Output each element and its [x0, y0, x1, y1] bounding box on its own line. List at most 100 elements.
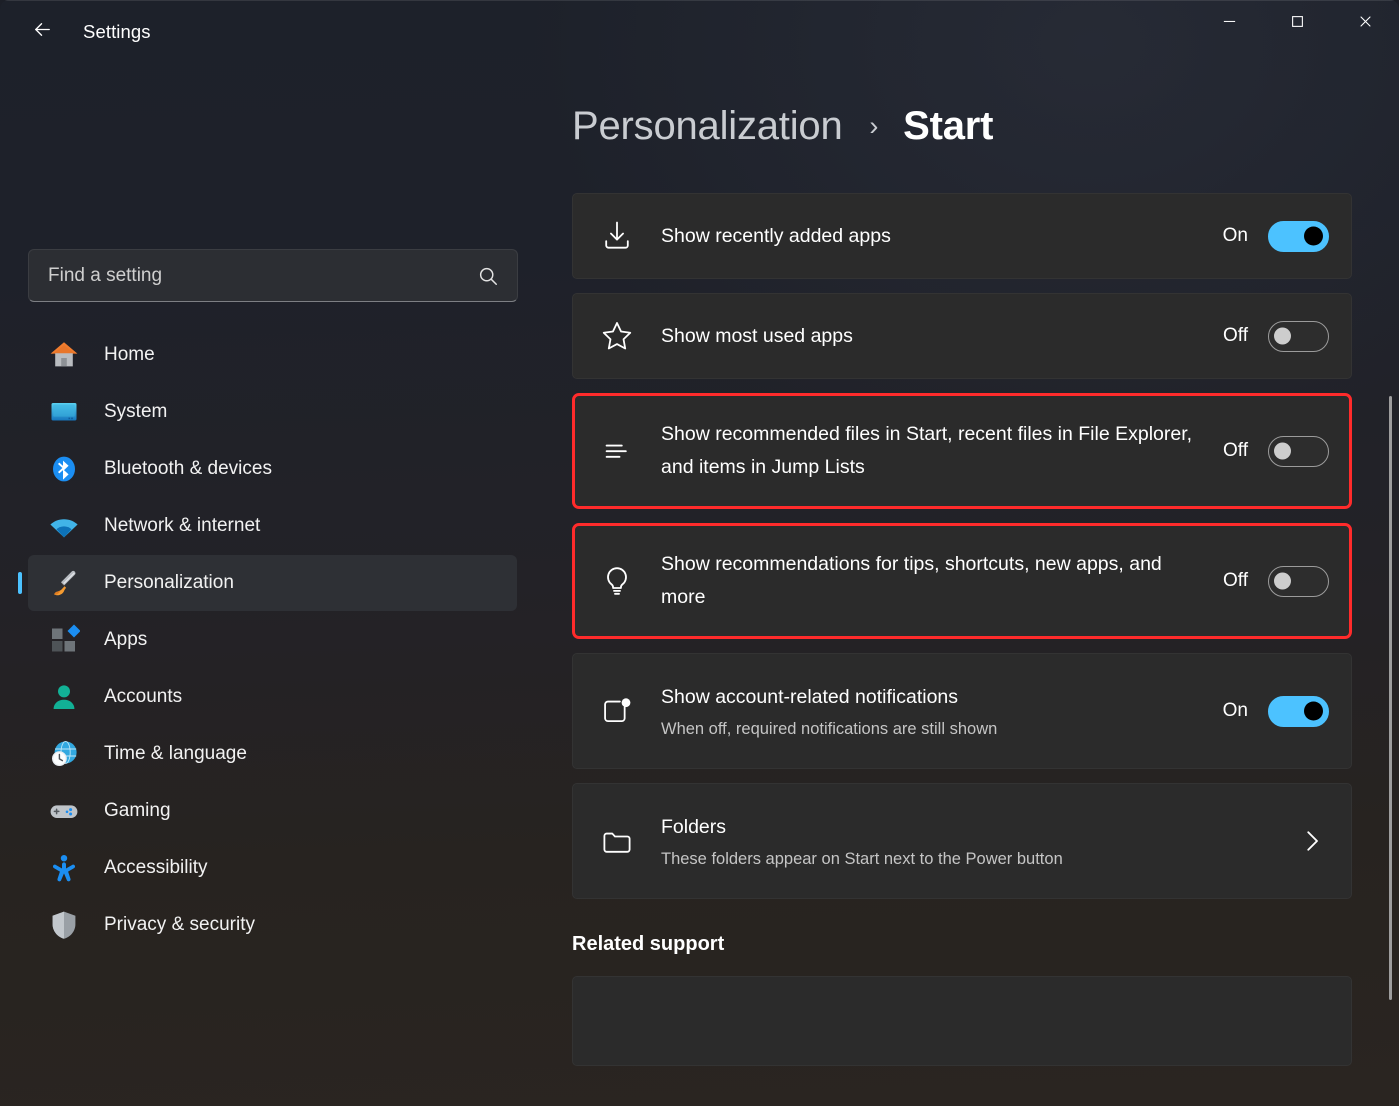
list-lines-icon	[599, 433, 635, 469]
sidebar-nav-list: Home System Bluetooth & devices Network …	[0, 327, 552, 953]
setting-row-folders[interactable]: Folders These folders appear on Start ne…	[572, 783, 1352, 899]
sidebar-item-gaming[interactable]: Gaming	[28, 783, 517, 839]
sidebar-item-label: Accessibility	[104, 857, 208, 878]
accessibility-person-icon	[48, 852, 80, 884]
chevron-right-icon: ›	[869, 111, 879, 141]
sidebar-item-system[interactable]: System	[28, 384, 517, 440]
clock-globe-icon	[48, 738, 80, 770]
toggle-switch[interactable]	[1268, 220, 1329, 252]
search-icon[interactable]	[477, 265, 499, 287]
breadcrumb: Personalization › Start	[572, 104, 1399, 149]
sidebar-item-home[interactable]: Home	[28, 327, 517, 383]
sidebar-item-label: Home	[104, 344, 155, 365]
toggle-state-label: On	[1222, 225, 1248, 246]
toggle-switch[interactable]	[1268, 565, 1329, 597]
maximize-icon	[1290, 14, 1305, 34]
setting-title: Folders	[661, 815, 727, 838]
search-box[interactable]	[28, 249, 518, 302]
search-input[interactable]	[29, 264, 517, 287]
bluetooth-icon	[48, 453, 80, 485]
minimize-icon	[1222, 14, 1237, 34]
toggle-switch[interactable]	[1268, 435, 1329, 467]
setting-title: Show most used apps	[661, 324, 853, 347]
setting-control: Off	[1223, 435, 1329, 467]
download-icon	[599, 218, 635, 254]
window-controls	[1195, 0, 1399, 48]
setting-title: Show recently added apps	[661, 224, 891, 247]
toggle-state-label: Off	[1223, 570, 1248, 591]
sidebar-item-time-language[interactable]: Time & language	[28, 726, 517, 782]
setting-row-show-recommended-files[interactable]: Show recommended files in Start, recent …	[572, 393, 1352, 509]
toggle-knob	[1274, 442, 1291, 460]
sidebar-item-label: System	[104, 401, 168, 422]
setting-text: Show most used apps	[661, 320, 1207, 353]
setting-row-show-most-used-apps[interactable]: Show most used apps Off	[572, 293, 1352, 379]
related-support-heading: Related support	[572, 933, 725, 955]
sidebar-item-bluetooth-devices[interactable]: Bluetooth & devices	[28, 441, 517, 497]
app-title: Settings	[83, 21, 151, 42]
sidebar-item-accessibility[interactable]: Accessibility	[28, 840, 517, 896]
star-icon	[599, 318, 635, 354]
wifi-icon	[48, 510, 80, 542]
toggle-knob	[1304, 226, 1323, 246]
setting-control: On	[1222, 695, 1329, 727]
sidebar-item-label: Gaming	[104, 800, 171, 821]
sidebar-item-label: Time & language	[104, 743, 247, 764]
setting-title: Show account-related notifications	[661, 685, 959, 708]
setting-text: Show recently added apps	[661, 220, 1207, 253]
setting-text: Show account-related notifications When …	[661, 681, 1207, 742]
sidebar-item-label: Network & internet	[104, 515, 261, 536]
settings-window: Settings Find a setting Home System Blue…	[0, 0, 1399, 1106]
toggle-knob	[1304, 701, 1323, 721]
paintbrush-icon	[48, 567, 80, 599]
setting-text: Show recommended files in Start, recent …	[661, 418, 1207, 484]
setting-text: Folders These folders appear on Start ne…	[661, 811, 1281, 872]
setting-subtitle: These folders appear on Start next to th…	[661, 849, 1063, 868]
system-monitor-icon	[48, 396, 80, 428]
main-content: Personalization › Start Show recently ad…	[552, 64, 1399, 1106]
sidebar: Home System	[0, 64, 552, 1106]
sidebar-item-label: Privacy & security	[104, 914, 255, 935]
back-arrow-icon	[31, 18, 54, 46]
gamepad-icon	[48, 795, 80, 827]
settings-card-list: Show recently added apps On Show most us…	[572, 193, 1352, 899]
sidebar-item-label: Apps	[104, 629, 148, 650]
sidebar-item-personalization[interactable]: Personalization	[28, 555, 517, 611]
toggle-switch[interactable]	[1268, 320, 1329, 352]
sidebar-item-privacy-security[interactable]: Privacy & security	[28, 897, 517, 953]
setting-text: Show recommendations for tips, shortcuts…	[661, 548, 1207, 614]
close-button[interactable]	[1331, 0, 1399, 48]
sidebar-item-apps[interactable]: Apps	[28, 612, 517, 668]
maximize-button[interactable]	[1263, 0, 1331, 48]
setting-title: Show recommendations for tips, shortcuts…	[661, 553, 1162, 608]
toggle-state-label: Off	[1223, 325, 1248, 346]
related-support-card[interactable]	[572, 976, 1352, 1066]
sidebar-item-label: Personalization	[104, 572, 234, 593]
sidebar-item-network-internet[interactable]: Network & internet	[28, 498, 517, 554]
apps-icon	[48, 624, 80, 656]
breadcrumb-parent-link[interactable]: Personalization	[572, 104, 843, 148]
shield-icon	[48, 909, 80, 941]
toggle-knob	[1274, 572, 1291, 590]
vertical-scrollbar[interactable]	[1389, 396, 1392, 1000]
setting-control: On	[1222, 220, 1329, 252]
title-bar: Settings	[0, 0, 1399, 64]
setting-row-show-recommendations-tips[interactable]: Show recommendations for tips, shortcuts…	[572, 523, 1352, 639]
minimize-button[interactable]	[1195, 0, 1263, 48]
setting-control: Off	[1223, 320, 1329, 352]
toggle-knob	[1274, 327, 1291, 345]
sidebar-item-label: Accounts	[104, 686, 183, 707]
notification-badge-icon	[599, 693, 635, 729]
close-icon	[1358, 14, 1373, 34]
back-button[interactable]	[20, 13, 64, 51]
folder-icon	[599, 823, 635, 859]
setting-row-show-account-notifications[interactable]: Show account-related notifications When …	[572, 653, 1352, 769]
toggle-switch[interactable]	[1268, 695, 1329, 727]
chevron-right-icon[interactable]	[1297, 826, 1327, 856]
setting-title: Show recommended files in Start, recent …	[661, 423, 1193, 478]
toggle-state-label: On	[1222, 700, 1248, 721]
setting-control	[1297, 826, 1329, 856]
setting-row-show-recently-added-apps[interactable]: Show recently added apps On	[572, 193, 1352, 279]
page-title: Start	[903, 104, 994, 148]
sidebar-item-accounts[interactable]: Accounts	[28, 669, 517, 725]
